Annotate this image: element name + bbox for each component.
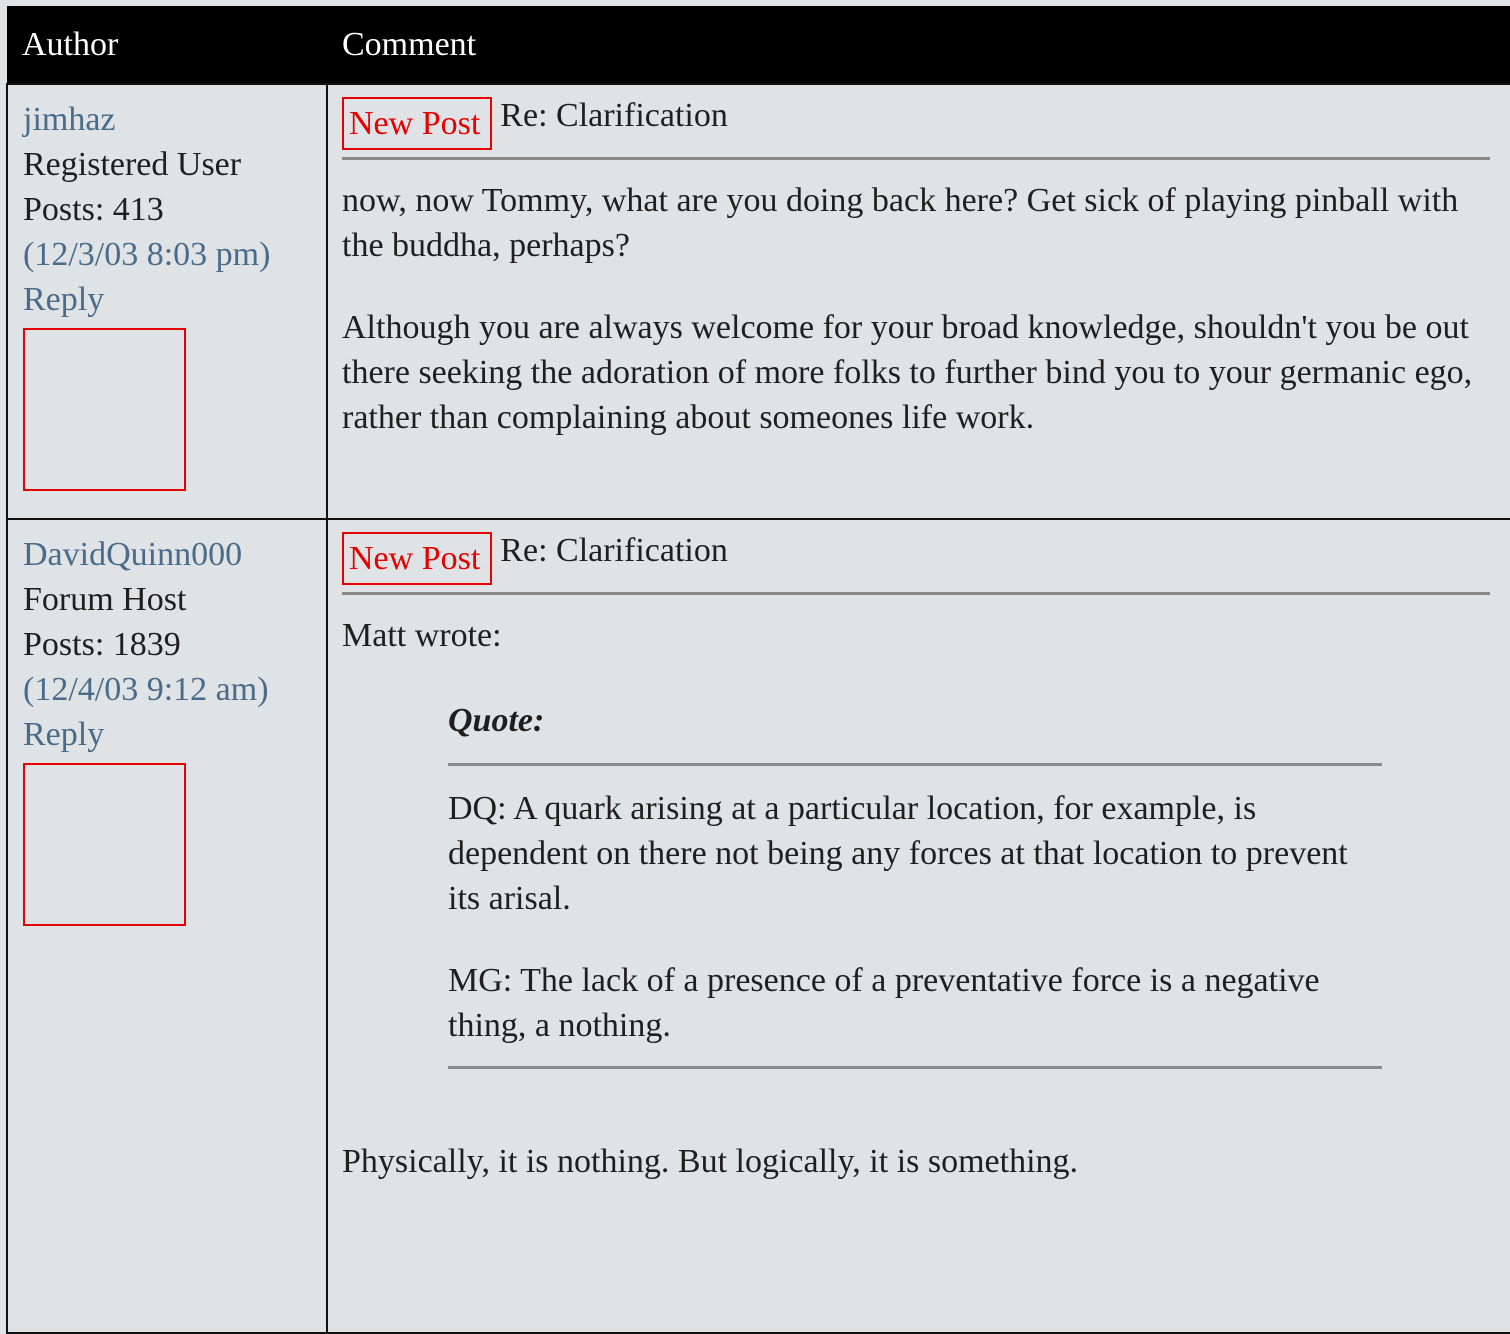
quote-title: Quote: [448,702,545,739]
author-cell: jimhaz Registered User Posts: 413 (12/3/… [6,83,328,520]
quote-divider-top [448,763,1382,766]
post-timestamp: (12/3/03 8:03 pm) [23,236,271,273]
quote-block: Quote: DQ: A quark arising at a particul… [448,698,1382,1069]
post-divider [342,157,1490,160]
post-paragraph: Although you are always welcome for your… [342,309,1473,436]
new-post-icon: New Post [342,97,493,150]
author-post-count: Posts: 1839 [23,626,181,663]
post-row: DavidQuinn000 Forum Host Posts: 1839 (12… [6,518,1510,1334]
table-header-row: Author Comment [7,6,1510,84]
author-cell: DavidQuinn000 Forum Host Posts: 1839 (12… [6,518,328,1334]
comment-cell: New Post Re: Clarification now, now Tomm… [326,83,1510,520]
quote-paragraph: DQ: A quark arising at a particular loca… [448,790,1348,917]
quote-paragraph: MG: The lack of a presence of a preventa… [448,962,1320,1044]
post-body: now, now Tommy, what are you doing back … [342,178,1490,440]
post-subject: Re: Clarification [500,532,728,569]
post-subject: Re: Clarification [500,97,728,134]
comment-column-header: Comment [327,6,1510,84]
quote-divider-bottom [448,1066,1382,1069]
reply-link[interactable]: Reply [23,712,326,757]
post-timestamp: (12/4/03 9:12 am) [23,671,269,708]
post-header: New Post Re: Clarification [342,532,1490,592]
post-header: New Post Re: Clarification [342,97,1490,157]
post-body: Matt wrote: Quote: DQ: A quark arising a… [342,613,1490,1184]
avatar [23,328,186,491]
author-name-link[interactable]: jimhaz [23,97,326,142]
post-row: jimhaz Registered User Posts: 413 (12/3/… [6,83,1510,520]
reply-link[interactable]: Reply [23,277,326,322]
new-post-icon: New Post [342,532,493,585]
avatar [23,763,186,926]
post-paragraph: now, now Tommy, what are you doing back … [342,182,1459,264]
author-role: Forum Host [23,581,187,618]
quote-intro: Matt wrote: [342,617,502,654]
author-post-count: Posts: 413 [23,191,164,228]
forum-thread-table: Author Comment jimhaz Registered User Po… [6,6,1510,1334]
post-divider [342,592,1490,595]
comment-cell: New Post Re: Clarification Matt wrote: Q… [326,518,1510,1334]
author-column-header: Author [7,6,327,84]
author-role: Registered User [23,146,242,183]
author-name-link[interactable]: DavidQuinn000 [23,532,326,577]
post-paragraph: Physically, it is nothing. But logically… [342,1143,1079,1180]
